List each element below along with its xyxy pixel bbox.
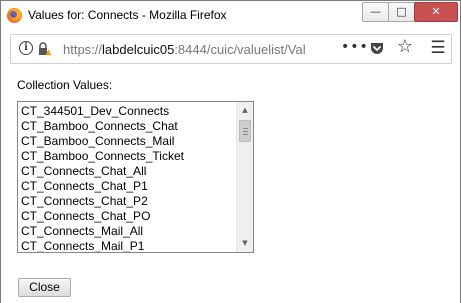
url-bar[interactable]: i https://labdelcuic05:8444/cuic/valueli… xyxy=(10,34,452,64)
pocket-icon[interactable] xyxy=(369,40,385,56)
bookmark-star-icon[interactable]: ☆ xyxy=(395,37,415,57)
page-content: Collection Values: CT_344501_Dev_Connect… xyxy=(1,67,460,303)
grip-line xyxy=(243,128,248,129)
list-item[interactable]: CT_Connects_Chat_P2 xyxy=(21,194,236,209)
grip-line xyxy=(243,134,248,135)
list-item[interactable]: CT_Bamboo_Connects_Mail xyxy=(21,134,236,149)
maximize-button[interactable]: □ xyxy=(388,2,415,22)
more-icon[interactable]: ••• xyxy=(341,38,368,58)
url-host: labdelcuic05 xyxy=(102,42,175,57)
list-item[interactable]: CT_344501_Dev_Connects xyxy=(21,104,236,119)
listbox-scrollbar[interactable]: ▲ ▼ xyxy=(236,102,253,252)
lock-warning-icon[interactable] xyxy=(37,42,52,56)
firefox-logo-icon xyxy=(7,8,22,23)
url-text[interactable]: https://labdelcuic05:8444/cuic/valuelist… xyxy=(63,42,343,57)
list-item[interactable]: CT_Bamboo_Connects_Chat xyxy=(21,119,236,134)
close-window-button[interactable]: ✕ xyxy=(414,2,458,22)
info-icon[interactable]: i xyxy=(19,41,33,55)
collection-values-label: Collection Values: xyxy=(17,78,113,92)
collection-values-listbox[interactable]: CT_344501_Dev_Connects CT_Bamboo_Connect… xyxy=(17,101,254,253)
scroll-down-arrow-icon[interactable]: ▼ xyxy=(237,235,253,252)
browser-popup-window: Values for: Connects - Mozilla Firefox —… xyxy=(0,0,461,303)
list-item[interactable]: CT_Connects_Mail_P1 xyxy=(21,239,236,252)
list-item[interactable]: CT_Connects_Chat_P1 xyxy=(21,179,236,194)
url-prefix: https:// xyxy=(63,42,103,57)
hamburger-menu-icon[interactable]: ☰ xyxy=(429,38,447,58)
grip-line xyxy=(243,131,248,132)
list-item[interactable]: CT_Connects_Mail_All xyxy=(21,224,236,239)
scroll-up-arrow-icon[interactable]: ▲ xyxy=(237,102,253,119)
list-items: CT_344501_Dev_Connects CT_Bamboo_Connect… xyxy=(21,104,236,252)
title-bar[interactable]: Values for: Connects - Mozilla Firefox —… xyxy=(1,1,460,31)
list-item[interactable]: CT_Bamboo_Connects_Ticket xyxy=(21,149,236,164)
list-item[interactable]: CT_Connects_Chat_PO xyxy=(21,209,236,224)
close-button[interactable]: Close xyxy=(18,278,71,297)
url-rest: :8444/cuic/valuelist/Val xyxy=(174,42,306,57)
scrollbar-thumb[interactable] xyxy=(239,120,251,142)
list-item[interactable]: CT_Connects_Chat_All xyxy=(21,164,236,179)
minimize-button[interactable]: — xyxy=(362,2,389,22)
window-title: Values for: Connects - Mozilla Firefox xyxy=(28,8,227,22)
